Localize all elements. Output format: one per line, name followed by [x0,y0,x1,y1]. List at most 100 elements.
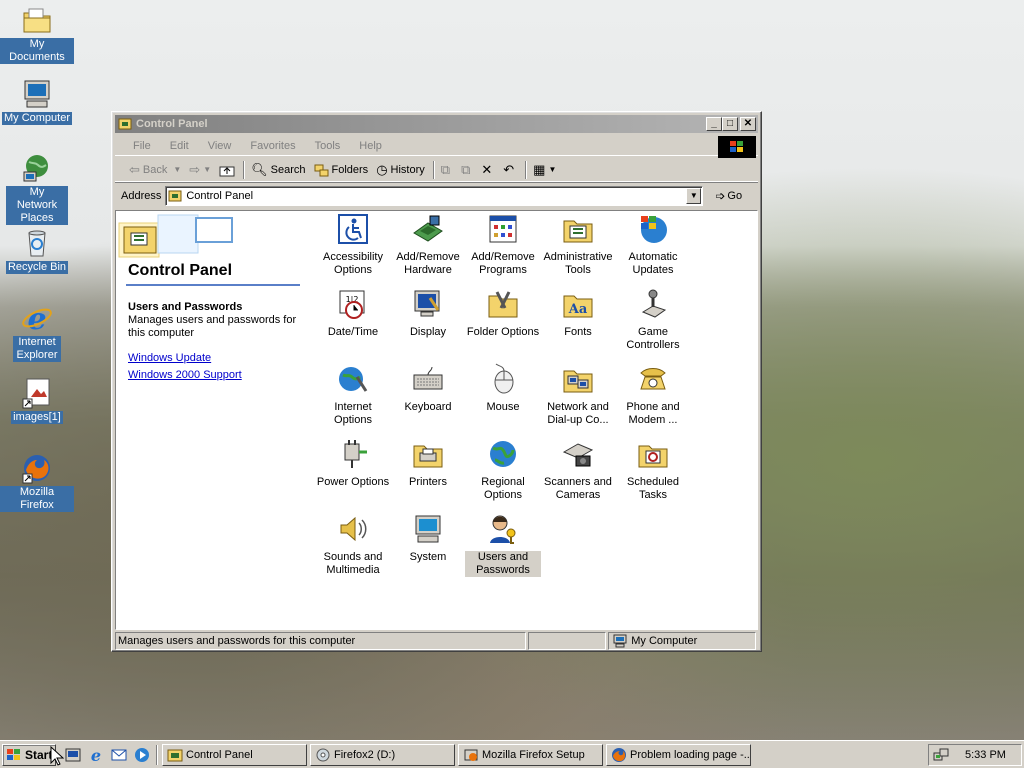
history-icon: ◷ [376,161,388,177]
cp-item-power-options[interactable]: Power Options [315,438,391,489]
speaker-icon [337,513,369,545]
desktop-icon-internet-explorer[interactable]: e Internet Explorer [0,302,74,362]
show-desktop-icon[interactable] [64,746,82,764]
cp-item-label: Printers [409,476,447,488]
cp-item-add-remove-hardware[interactable]: Add/Remove Hardware [390,213,466,277]
search-button[interactable]: 🔍︎ Search [251,162,305,178]
cp-item-sounds-multimedia[interactable]: Sounds and Multimedia [315,513,391,577]
folder-documents-icon [21,4,53,36]
back-label: Back [142,163,168,176]
views-button[interactable]: ▦ ▼ [533,162,556,178]
cp-item-scanners-cameras[interactable]: Scanners and Cameras [540,438,616,502]
cp-item-display[interactable]: Display [390,288,466,339]
cp-item-date-time[interactable]: 1|2 Date/Time [315,288,391,339]
hardware-icon [412,213,444,245]
cp-item-users-passwords[interactable]: Users and Passwords [465,513,541,577]
phone-icon [637,363,669,395]
desktop-icon-recycle-bin[interactable]: Recycle Bin [0,227,74,274]
cp-item-administrative-tools[interactable]: Administrative Tools [540,213,616,277]
cp-item-game-controllers[interactable]: Game Controllers [615,288,691,352]
taskbar-separator [156,744,158,765]
media-player-icon[interactable] [133,746,151,764]
svg-text:e: e [27,302,46,334]
cp-item-label: Add/Remove Programs [471,251,535,276]
task-problem-loading-page[interactable]: Problem loading page -... [606,743,751,766]
folders-button[interactable]: Folders [314,163,368,177]
cp-item-scheduled-tasks[interactable]: Scheduled Tasks [615,438,691,502]
task-firefox-setup[interactable]: Mozilla Firefox Setup [458,743,603,766]
control-panel-icon [168,190,182,202]
toolbar-separator [525,160,528,179]
network-tray-icon[interactable] [933,747,949,763]
menu-tools[interactable]: Tools [315,140,341,152]
desktop-icon-label: My Computer [1,112,73,125]
cp-item-internet-options[interactable]: Internet Options [315,363,391,427]
menu-help[interactable]: Help [359,140,382,152]
cp-item-keyboard[interactable]: Keyboard [390,363,466,414]
fonts-icon: Aa [562,288,594,320]
start-button[interactable]: Start [2,743,56,766]
up-folder-button[interactable] [219,163,235,177]
image-file-icon [21,377,53,409]
cp-item-accessibility[interactable]: Accessibility Options [315,213,391,277]
windows-update-link[interactable]: Windows Update [128,352,211,364]
internet-explorer-icon[interactable]: e [87,746,105,764]
clock[interactable]: 5:33 PM [965,749,1006,761]
cp-item-label: Users and Passwords [465,551,541,577]
cp-item-label: Date/Time [327,326,379,338]
minimize-button[interactable]: _ [706,117,722,131]
task-firefox2-drive[interactable]: Firefox2 (D:) [310,743,455,766]
cp-item-label: Folder Options [466,326,540,338]
forward-button[interactable]: ⇨ ▼ [189,162,211,178]
task-label: Firefox2 (D:) [334,748,396,761]
task-control-panel[interactable]: Control Panel [162,743,307,766]
desktop-icon-mozilla-firefox[interactable]: Mozilla Firefox [0,452,74,512]
address-label: Address [121,190,162,202]
cp-item-folder-options[interactable]: Folder Options [465,288,541,339]
cp-item-system[interactable]: System [390,513,466,564]
windows-2000-support-link[interactable]: Windows 2000 Support [128,369,242,381]
desktop-icon-network-places[interactable]: My Network Places [0,152,74,225]
close-button[interactable]: ✕ [740,117,756,131]
cp-item-printers[interactable]: Printers [390,438,466,489]
undo-button[interactable]: ↶ [503,162,517,178]
globe-icon [487,438,519,470]
toolbar-separator [432,160,435,179]
desktop-icon-label: My Documents [0,38,74,64]
move-to-button[interactable]: ⧉ [441,162,453,178]
address-dropdown-button[interactable]: ▼ [686,188,702,204]
desktop-icon-images[interactable]: images[1] [0,377,74,424]
copy-to-button[interactable]: ⧉ [461,162,473,178]
history-button[interactable]: ◷ History [376,162,425,178]
windows-logo-icon [7,748,20,760]
menu-file[interactable]: File [133,140,151,152]
control-panel-window: Control Panel _ □ ✕ File Edit View Favor… [111,111,762,652]
outlook-express-icon[interactable] [110,746,128,764]
cp-item-fonts[interactable]: Aa Fonts [540,288,616,339]
go-button[interactable]: ➩ Go [715,189,742,203]
cp-item-automatic-updates[interactable]: Automatic Updates [615,213,691,277]
delete-button[interactable]: ✕ [481,162,495,178]
menu-view[interactable]: View [208,140,232,152]
cp-item-mouse[interactable]: Mouse [465,363,541,414]
scheduled-tasks-icon [637,438,669,470]
menu-edit[interactable]: Edit [170,140,189,152]
move-to-icon: ⧉ [440,161,451,177]
cp-item-regional-options[interactable]: Regional Options [465,438,541,502]
status-empty-pane [528,632,607,650]
cp-item-label: Power Options [316,476,390,488]
address-input[interactable]: Control Panel ▼ [165,186,704,206]
svg-text:Aa: Aa [568,302,588,317]
cp-item-phone-modem[interactable]: Phone and Modem ... [615,363,691,427]
address-bar: Address Control Panel ▼ ➩ Go [115,184,758,208]
back-button[interactable]: ⇦ Back ▼ [129,162,181,178]
menu-favorites[interactable]: Favorites [250,140,295,152]
mouse-icon [487,363,519,395]
cp-item-add-remove-programs[interactable]: Add/Remove Programs [465,213,541,277]
title-bar[interactable]: Control Panel _ □ ✕ [115,115,758,133]
go-arrow-icon: ➩ [715,189,726,203]
maximize-button[interactable]: □ [722,117,738,131]
cp-item-network-dialup[interactable]: Network and Dial-up Co... [540,363,616,427]
desktop-icon-my-documents[interactable]: My Documents [0,4,74,64]
desktop-icon-my-computer[interactable]: My Computer [0,78,74,125]
